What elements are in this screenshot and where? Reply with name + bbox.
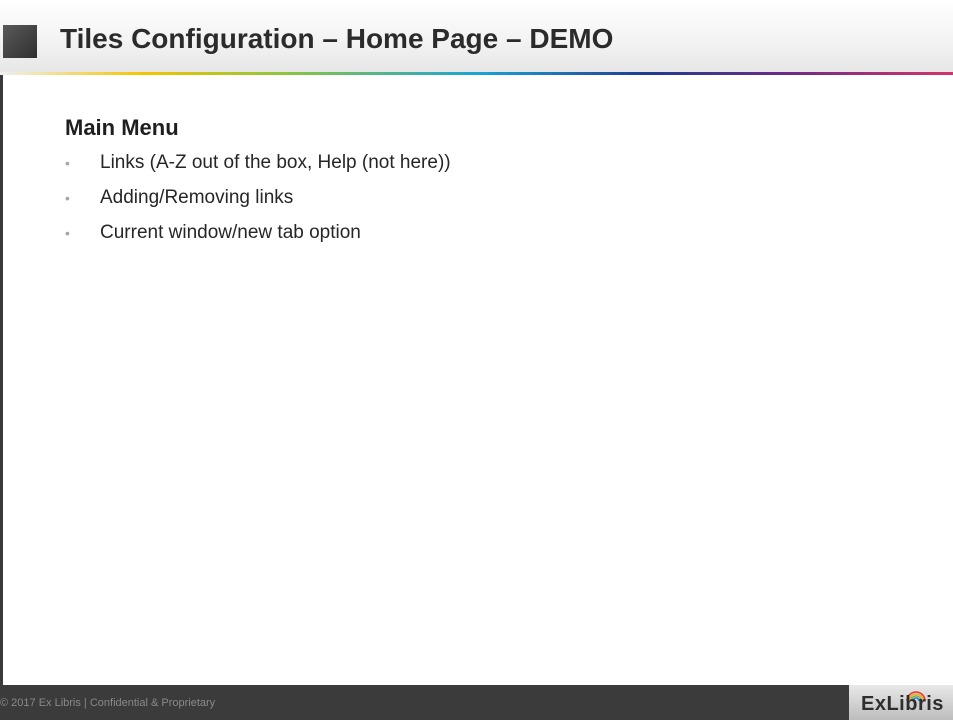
bullet-text: Links (A-Z out of the box, Help (not her…: [100, 152, 451, 173]
bullet-item: • Adding/Removing links: [65, 185, 925, 211]
bullet-list: • Links (A-Z out of the box, Help (not h…: [65, 150, 925, 246]
slide-content: Main Menu • Links (A-Z out of the box, H…: [65, 112, 925, 255]
bullet-item: • Current window/new tab option: [65, 220, 925, 246]
left-border: [0, 0, 3, 720]
bullet-icon: •: [65, 155, 70, 171]
slide: Tiles Configuration – Home Page – DEMO M…: [0, 0, 953, 720]
logo-text: ExLibris: [861, 693, 944, 715]
bullet-item: • Links (A-Z out of the box, Help (not h…: [65, 150, 925, 176]
square-marker-icon: [3, 25, 37, 58]
bullet-icon: •: [65, 190, 70, 206]
section-heading: Main Menu: [65, 115, 179, 140]
slide-title: Tiles Configuration – Home Page – DEMO: [60, 23, 614, 54]
title-bar: Tiles Configuration – Home Page – DEMO: [0, 0, 953, 74]
title-divider: [0, 72, 953, 75]
footer: © 2017 Ex Libris | Confidential & Propri…: [0, 685, 953, 720]
bullet-text: Current window/new tab option: [100, 222, 361, 243]
footer-copyright: © 2017 Ex Libris | Confidential & Propri…: [0, 697, 216, 709]
bullet-icon: •: [65, 225, 70, 241]
bullet-text: Adding/Removing links: [100, 187, 294, 208]
exlibris-logo: ExLibris: [849, 685, 953, 720]
